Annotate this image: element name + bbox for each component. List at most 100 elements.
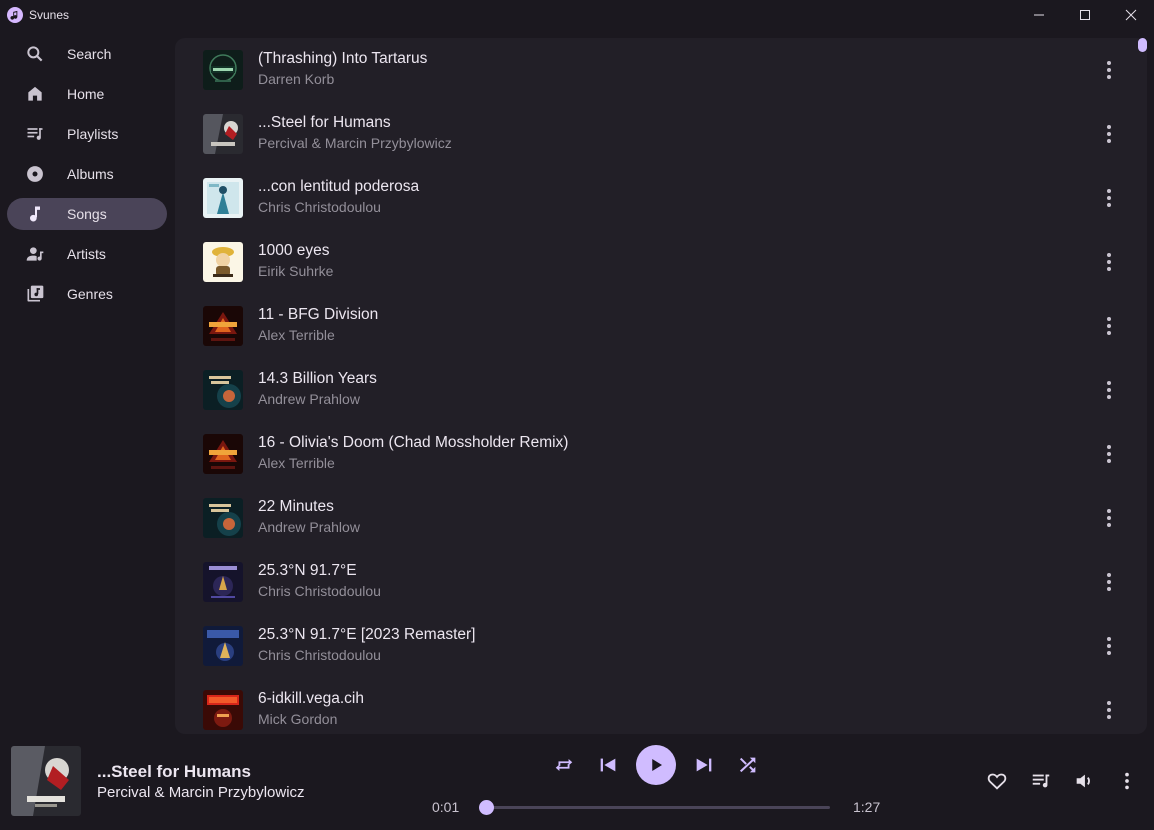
skip-previous-icon bbox=[600, 758, 616, 772]
song-list: (Thrashing) Into Tartarus Darren Korb ..… bbox=[175, 38, 1147, 734]
song-artist: Alex Terrible bbox=[258, 327, 335, 343]
queue-button[interactable] bbox=[1030, 770, 1052, 792]
album-art bbox=[203, 690, 243, 730]
sidebar-item-albums[interactable]: Albums bbox=[7, 158, 167, 190]
more-options-button[interactable] bbox=[1099, 508, 1119, 528]
more-options-button[interactable] bbox=[1099, 188, 1119, 208]
album-art bbox=[203, 370, 243, 410]
sidebar-item-songs[interactable]: Songs bbox=[7, 198, 167, 230]
more-vertical-icon bbox=[1107, 573, 1111, 591]
more-vertical-icon bbox=[1107, 125, 1111, 143]
song-artist: Mick Gordon bbox=[258, 711, 338, 727]
seek-bar-handle[interactable] bbox=[479, 800, 494, 815]
song-row[interactable]: 11 - BFG Division Alex Terrible bbox=[175, 294, 1147, 358]
sidebar: Search Home Playlists Albums Songs Artis… bbox=[0, 34, 175, 756]
sidebar-item-home[interactable]: Home bbox=[7, 78, 167, 110]
title-bar: Svunes bbox=[0, 0, 1154, 30]
song-row[interactable]: ...con lentitud poderosa Chris Christodo… bbox=[175, 166, 1147, 230]
song-row[interactable]: (Thrashing) Into Tartarus Darren Korb bbox=[175, 38, 1147, 102]
song-row[interactable]: 25.3°N 91.7°E Chris Christodoulou bbox=[175, 550, 1147, 614]
scrollbar-thumb[interactable] bbox=[1138, 38, 1147, 52]
more-vertical-icon bbox=[1107, 189, 1111, 207]
song-row[interactable]: 25.3°N 91.7°E [2023 Remaster] Chris Chri… bbox=[175, 614, 1147, 678]
more-vertical-icon bbox=[1107, 317, 1111, 335]
repeat-icon bbox=[555, 759, 573, 771]
song-artist: Eirik Suhrke bbox=[258, 263, 334, 279]
more-options-button[interactable] bbox=[1099, 380, 1119, 400]
album-art bbox=[203, 434, 243, 474]
song-row[interactable]: 14.3 Billion Years Andrew Prahlow bbox=[175, 358, 1147, 422]
sidebar-item-genres[interactable]: Genres bbox=[7, 278, 167, 310]
song-artist: Percival & Marcin Przybylowicz bbox=[258, 135, 452, 151]
song-row[interactable]: ...Steel for Humans Percival & Marcin Pr… bbox=[175, 102, 1147, 166]
minimize-button[interactable] bbox=[1016, 0, 1062, 30]
app-logo-icon bbox=[7, 7, 23, 23]
next-button[interactable] bbox=[693, 754, 715, 776]
song-title: ...con lentitud poderosa bbox=[258, 178, 420, 195]
sidebar-item-search[interactable]: Search bbox=[7, 38, 167, 70]
sidebar-item-label: Playlists bbox=[67, 126, 119, 142]
album-art bbox=[203, 178, 243, 218]
song-title: 22 Minutes bbox=[258, 498, 334, 515]
more-options-button[interactable] bbox=[1099, 124, 1119, 144]
song-row[interactable]: 22 Minutes Andrew Prahlow bbox=[175, 486, 1147, 550]
more-options-button[interactable] bbox=[1099, 444, 1119, 464]
song-artist: Andrew Prahlow bbox=[258, 519, 360, 535]
more-vertical-icon bbox=[1107, 61, 1111, 79]
shuffle-button[interactable] bbox=[737, 754, 759, 776]
volume-button[interactable] bbox=[1073, 770, 1095, 792]
now-playing-album-art bbox=[11, 746, 81, 816]
playlist-icon bbox=[25, 124, 45, 144]
previous-button[interactable] bbox=[597, 754, 619, 776]
more-vertical-icon bbox=[1107, 637, 1111, 655]
song-row[interactable]: 16 - Olivia's Doom (Chad Mossholder Remi… bbox=[175, 422, 1147, 486]
play-icon bbox=[652, 759, 662, 771]
artist-icon bbox=[25, 244, 45, 264]
album-art bbox=[203, 626, 243, 666]
more-vertical-icon bbox=[1107, 253, 1111, 271]
more-options-button[interactable] bbox=[1099, 572, 1119, 592]
seek-bar[interactable] bbox=[479, 800, 830, 815]
sidebar-item-artists[interactable]: Artists bbox=[7, 238, 167, 270]
more-options-button[interactable] bbox=[1099, 60, 1119, 80]
more-options-button[interactable] bbox=[1099, 252, 1119, 272]
song-row[interactable]: 6-idkill.vega.cih Mick Gordon bbox=[175, 678, 1147, 734]
sidebar-item-playlists[interactable]: Playlists bbox=[7, 118, 167, 150]
album-art bbox=[203, 562, 243, 602]
play-button[interactable] bbox=[636, 745, 676, 785]
song-title: 1000 eyes bbox=[258, 242, 330, 259]
more-vertical-icon bbox=[1107, 509, 1111, 527]
more-options-button[interactable] bbox=[1099, 316, 1119, 336]
more-vertical-icon bbox=[1107, 381, 1111, 399]
sidebar-item-label: Songs bbox=[67, 206, 107, 222]
sidebar-item-label: Artists bbox=[67, 246, 106, 262]
song-title: 6-idkill.vega.cih bbox=[258, 690, 364, 707]
song-title: 25.3°N 91.7°E [2023 Remaster] bbox=[258, 626, 476, 643]
now-playing-artist: Percival & Marcin Przybylowicz bbox=[97, 784, 305, 801]
window-title: Svunes bbox=[29, 8, 70, 22]
more-options-button[interactable] bbox=[1099, 636, 1119, 656]
song-artist: Darren Korb bbox=[258, 71, 335, 87]
maximize-button[interactable] bbox=[1062, 0, 1108, 30]
album-art bbox=[203, 498, 243, 538]
song-title: ...Steel for Humans bbox=[258, 114, 391, 131]
repeat-button[interactable] bbox=[553, 754, 575, 776]
now-playing-title: ...Steel for Humans bbox=[97, 762, 251, 781]
song-title: 14.3 Billion Years bbox=[258, 370, 377, 387]
sidebar-item-label: Albums bbox=[67, 166, 114, 182]
sidebar-item-label: Home bbox=[67, 86, 105, 102]
sidebar-item-label: Genres bbox=[67, 286, 113, 302]
album-art bbox=[203, 114, 243, 154]
minimize-icon bbox=[1034, 14, 1044, 16]
close-button[interactable] bbox=[1108, 0, 1154, 30]
home-icon bbox=[25, 84, 45, 104]
favorite-button[interactable] bbox=[986, 770, 1008, 792]
player-more-button[interactable] bbox=[1116, 770, 1138, 792]
song-artist: Chris Christodoulou bbox=[258, 647, 381, 663]
song-artist: Andrew Prahlow bbox=[258, 391, 360, 407]
song-row[interactable]: 1000 eyes Eirik Suhrke bbox=[175, 230, 1147, 294]
more-options-button[interactable] bbox=[1099, 700, 1119, 720]
song-title: 16 - Olivia's Doom (Chad Mossholder Remi… bbox=[258, 434, 569, 451]
song-artist: Alex Terrible bbox=[258, 455, 335, 471]
more-vertical-icon bbox=[1107, 701, 1111, 719]
